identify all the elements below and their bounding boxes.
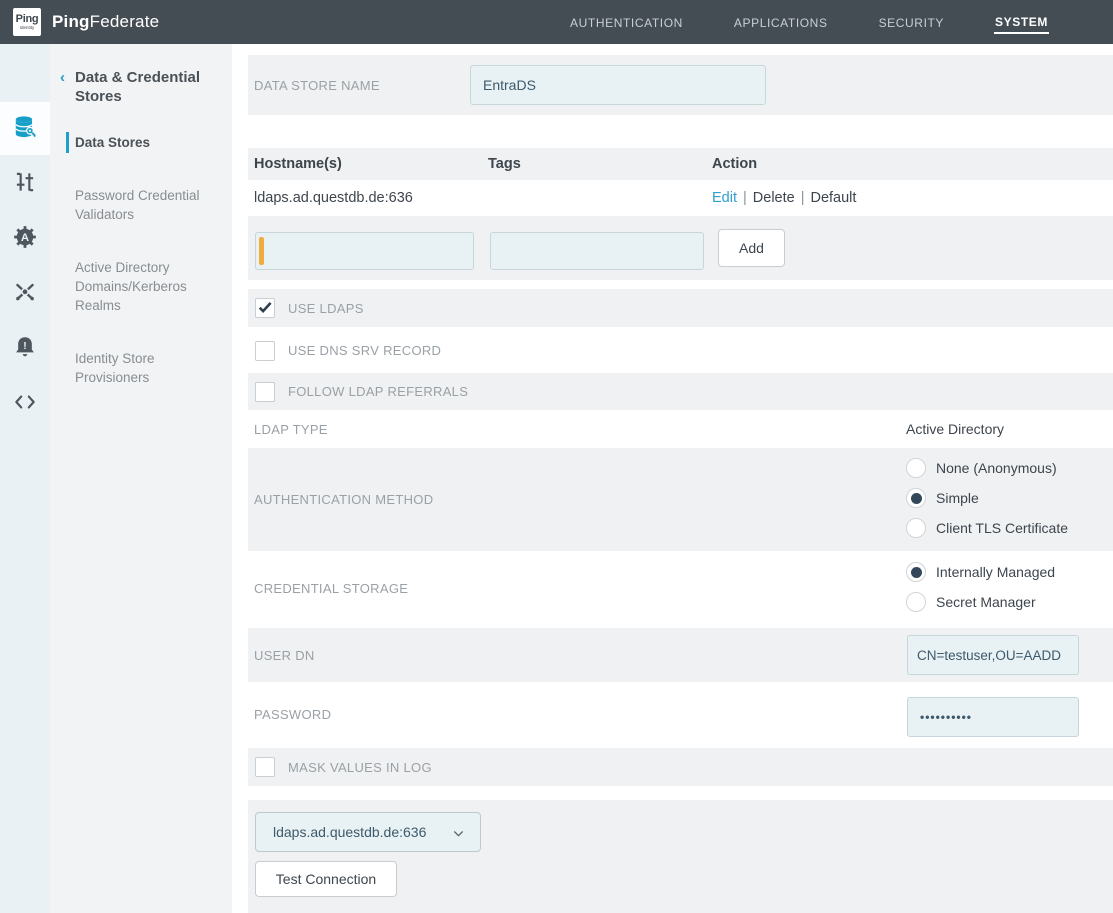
topology-icon[interactable]: [12, 279, 38, 305]
add-host-row: Add: [248, 216, 1113, 280]
sidebar-list: Data Stores Password Credential Validato…: [75, 133, 217, 387]
mask-values-row: MASK VALUES IN LOG: [248, 748, 1113, 786]
back-chevron-icon[interactable]: ‹: [60, 69, 65, 86]
col-hostnames: Hostname(s): [248, 156, 488, 172]
sidebar-item-data-stores[interactable]: Data Stores: [75, 133, 217, 152]
new-hostname-input[interactable]: [255, 232, 474, 270]
data-store-name-input[interactable]: [470, 65, 766, 105]
test-connection-button[interactable]: Test Connection: [255, 861, 397, 897]
delete-link[interactable]: Delete: [753, 190, 795, 206]
radio-none-anonymous-label: None (Anonymous): [936, 460, 1057, 476]
use-dns-srv-checkbox[interactable]: [255, 341, 275, 361]
password-input[interactable]: [907, 697, 1079, 737]
data-store-name-label: DATA STORE NAME: [254, 78, 380, 93]
nav-applications[interactable]: APPLICATIONS: [733, 12, 829, 33]
sidebar-title: Data & Credential Stores: [75, 68, 217, 106]
code-brackets-icon[interactable]: [12, 389, 38, 415]
use-ldaps-checkbox[interactable]: [255, 298, 275, 318]
sidebar: ‹ Data & Credential Stores Data Stores P…: [50, 44, 232, 913]
radio-button-selected-icon: [906, 488, 926, 508]
sliders-icon[interactable]: [12, 169, 38, 195]
use-dns-srv-label: USE DNS SRV RECORD: [288, 343, 441, 358]
authentication-method-row: AUTHENTICATION METHOD None (Anonymous) S…: [248, 448, 1113, 551]
user-dn-input[interactable]: [907, 635, 1079, 675]
radio-simple-label: Simple: [936, 490, 979, 506]
hosts-table-header: Hostname(s) Tags Action: [248, 148, 1113, 180]
admin-gear-icon[interactable]: A: [12, 224, 38, 250]
svg-text:!: !: [23, 341, 26, 352]
radio-button-icon: [906, 458, 926, 478]
password-label: PASSWORD: [254, 707, 331, 722]
follow-referrals-checkbox[interactable]: [255, 382, 275, 402]
hostname-cell: ldaps.ad.questdb.de:636: [248, 190, 488, 206]
checkmark-icon: [256, 297, 274, 317]
action-separator: |: [801, 190, 805, 206]
ldap-type-label: LDAP TYPE: [254, 422, 328, 437]
top-bar: Ping Identity PingFederate AUTHENTICATIO…: [0, 0, 1113, 44]
app-title-light: Federate: [90, 12, 160, 31]
radio-secret-manager-label: Secret Manager: [936, 594, 1036, 610]
radio-client-tls-certificate[interactable]: Client TLS Certificate: [906, 518, 1068, 538]
user-dn-label: USER DN: [254, 648, 315, 663]
nav-system[interactable]: SYSTEM: [994, 11, 1049, 34]
user-dn-row: USER DN: [248, 628, 1113, 682]
use-ldaps-label: USE LDAPS: [288, 301, 364, 316]
table-row: ldaps.ad.questdb.de:636 Edit | Delete | Defa…: [248, 180, 1113, 216]
authentication-method-group: None (Anonymous) Simple Client TLS Certi…: [906, 458, 1068, 538]
add-button[interactable]: Add: [718, 229, 785, 267]
default-link[interactable]: Default: [810, 190, 856, 206]
nav-security[interactable]: SECURITY: [878, 12, 945, 33]
sidebar-item-identity-store-provisioners[interactable]: Identity Store Provisioners: [75, 349, 217, 387]
radio-client-tls-certificate-label: Client TLS Certificate: [936, 520, 1068, 536]
radio-secret-manager[interactable]: Secret Manager: [906, 592, 1055, 612]
mask-values-checkbox[interactable]: [255, 757, 275, 777]
edit-link[interactable]: Edit: [712, 190, 737, 206]
credential-storage-row: CREDENTIAL STORAGE Internally Managed Se…: [248, 551, 1113, 625]
alerts-bell-icon[interactable]: !: [12, 334, 38, 360]
radio-internally-managed-label: Internally Managed: [936, 564, 1055, 580]
radio-simple[interactable]: Simple: [906, 488, 1068, 508]
col-action: Action: [712, 156, 1113, 172]
chevron-down-icon: [452, 827, 465, 840]
mask-values-label: MASK VALUES IN LOG: [288, 760, 432, 775]
password-row: PASSWORD: [248, 682, 1113, 746]
col-tags: Tags: [488, 156, 712, 172]
ldap-type-row: LDAP TYPE Active Directory: [248, 410, 1113, 448]
app-title: PingFederate: [52, 12, 159, 32]
radio-button-icon: [906, 592, 926, 612]
nav-authentication[interactable]: AUTHENTICATION: [569, 12, 684, 33]
icon-rail: A !: [0, 44, 50, 913]
ping-logo[interactable]: Ping Identity: [13, 8, 41, 36]
ping-logo-text: Ping: [16, 14, 39, 25]
follow-referrals-label: FOLLOW LDAP REFERRALS: [288, 384, 468, 399]
action-cell: Edit | Delete | Default: [712, 190, 1113, 206]
authentication-method-label: AUTHENTICATION METHOD: [254, 492, 433, 507]
data-stores-icon[interactable]: [12, 114, 38, 140]
hostname-dropdown[interactable]: ldaps.ad.questdb.de:636: [255, 812, 481, 852]
sidebar-item-password-credential-validators[interactable]: Password Credential Validators: [75, 186, 217, 224]
top-navigation: AUTHENTICATION APPLICATIONS SECURITY SYS…: [569, 0, 1049, 44]
follow-referrals-row: FOLLOW LDAP REFERRALS: [248, 373, 1113, 410]
action-separator: |: [743, 190, 747, 206]
hostname-dropdown-value: ldaps.ad.questdb.de:636: [273, 824, 426, 840]
sidebar-item-ad-domains-kerberos-realms[interactable]: Active Directory Domains/Kerberos Realms: [75, 258, 217, 315]
radio-button-selected-icon: [906, 562, 926, 582]
new-tags-input[interactable]: [490, 232, 704, 270]
test-connection-section: ldaps.ad.questdb.de:636 Test Connection: [248, 800, 1113, 913]
use-dns-srv-row: USE DNS SRV RECORD: [248, 332, 1113, 369]
radio-button-icon: [906, 518, 926, 538]
credential-storage-group: Internally Managed Secret Manager: [906, 562, 1055, 612]
ldap-type-value: Active Directory: [906, 421, 1004, 437]
radio-none-anonymous[interactable]: None (Anonymous): [906, 458, 1068, 478]
ping-logo-subtext: Identity: [20, 25, 35, 30]
main-content: DATA STORE NAME Hostname(s) Tags Action …: [248, 44, 1113, 913]
credential-storage-label: CREDENTIAL STORAGE: [254, 581, 408, 596]
use-ldaps-row: USE LDAPS: [248, 289, 1113, 327]
app-title-bold: Ping: [52, 12, 90, 31]
data-store-name-row: DATA STORE NAME: [248, 55, 1113, 115]
svg-text:A: A: [21, 232, 29, 244]
radio-internally-managed[interactable]: Internally Managed: [906, 562, 1055, 582]
